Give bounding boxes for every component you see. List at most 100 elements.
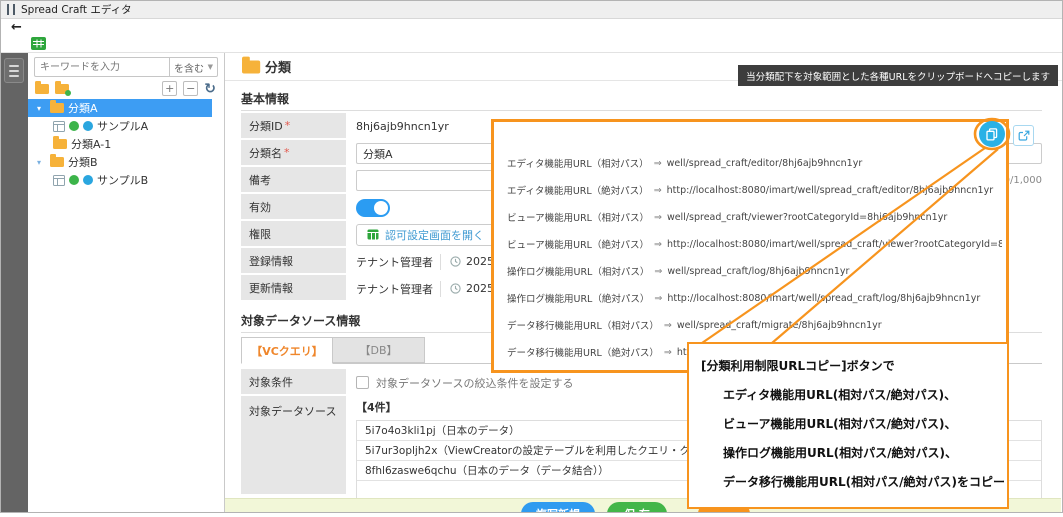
url-line: 操作ログ機能用URL（絶対パス）⇒http://localhost:8080/i… [507,291,1002,305]
url-list-panel: エディタ機能用URL（相対パス）⇒well/spread_craft/edito… [491,119,1009,373]
open-authorization-button[interactable]: 認可設定画面を開く [356,224,495,246]
url-line: ビューア機能用URL（絶対パス）⇒http://localhost:8080/i… [507,237,1002,251]
duplicate-new-button[interactable]: 複写新規 [521,502,595,513]
condition-checkbox[interactable] [356,376,369,389]
url-value: http://localhost:8080/imart/well/spread_… [667,293,980,304]
arrow-icon: ⇒ [654,293,662,304]
field-label-cell: 備考 [241,167,346,194]
refresh-icon[interactable]: ↻ [204,82,216,96]
app-window: Spread Craft エディタ ← を含む ▼ + − ↻ [0,0,1063,513]
expand-all-button[interactable]: + [162,81,177,96]
copy-icon [986,128,998,141]
checkbox-label: 対象データソースの絞込条件を設定する [376,375,573,391]
field-label-cell: 更新情報 [241,275,346,302]
search-input[interactable] [34,57,170,77]
hamburger-icon[interactable] [4,58,24,83]
field-label-cell: 登録情報 [241,248,346,275]
tree-toolbar: + − ↻ [35,80,216,97]
caret-down-icon: ▾ [37,158,46,167]
green-status-icon [69,121,79,131]
window-title: Spread Craft エディタ [21,2,132,17]
url-line: ビューア機能用URL（相対パス）⇒well/spread_craft/viewe… [507,210,1002,224]
sheet-icon [53,121,65,132]
field-label: 対象データソース [249,403,336,419]
arrow-icon: ⇒ [654,185,662,196]
url-line: データ移行機能用URL（相対パス）⇒well/spread_craft/migr… [507,318,1002,332]
copy-url-button[interactable] [979,121,1005,147]
tree-item-label: 分類A-1 [71,136,111,152]
collapse-all-button[interactable]: − [183,81,198,96]
tree-item-category-a[interactable]: ▾ 分類A [28,99,212,117]
tree-search-row: を含む ▼ [34,57,218,77]
tab-db[interactable]: 【DB】 [333,337,425,363]
section-title: 対象データソース情報 [241,312,360,329]
divider [440,254,441,270]
field-label: 分類ID [249,118,283,134]
callout-line: エディタ機能用URL(相対パス/絶対パス)、 [701,381,995,410]
field-label-cell: 対象条件 [241,369,346,396]
tab-vc-query[interactable]: 【VCクエリ】 [241,337,333,364]
field-label: 分類名 [249,145,282,161]
sheet-icon [53,175,65,186]
callout-line: ビューア機能用URL(相対パス/絶対パス)、 [701,410,995,439]
field-label: 権限 [249,226,271,242]
grid-icon [367,229,379,240]
back-button[interactable]: ← [11,21,22,34]
category-id-value: 8hj6ajb9hncn1yr [356,120,449,133]
url-label: エディタ機能用URL（絶対パス） [507,183,649,197]
field-label: 登録情報 [249,253,293,269]
category-tree-panel: を含む ▼ + − ↻ ▾ 分類A サンプルA [28,53,225,512]
field-label-cell: 分類ID * [241,113,346,140]
external-link-icon [1018,130,1030,142]
folder-icon [50,103,64,113]
char-counter: 0/1,000 [1004,175,1042,186]
divider [440,281,441,297]
arrow-icon: ⇒ [654,266,662,277]
menu-bar: ← [1,19,1062,35]
required-mark: * [284,146,290,159]
tree-item-label: サンプルB [97,172,148,188]
section-title: 基本情報 [241,90,289,107]
search-match-select[interactable]: を含む ▼ [170,57,218,77]
callout-line: 操作ログ機能用URL(相対パス/絶対パス)、 [701,439,995,468]
category-tree: ▾ 分類A サンプルA 分類A-1 ▾ 分類B [28,99,224,189]
field-label-cell: 対象データソース [241,396,346,496]
tree-item-category-b[interactable]: ▾ 分類B [28,153,212,171]
collapse-strip [1,53,28,512]
url-value: well/spread_craft/log/8hj6ajb9hncn1yr [667,266,849,277]
arrow-icon: ⇒ [664,320,672,331]
registered-user: テナント管理者 [356,254,440,270]
field-label-cell: 有効 [241,194,346,221]
tree-item-sample-a[interactable]: サンプルA [28,117,212,135]
url-value: well/spread_craft/migrate/8hj6ajb9hncn1y… [677,320,882,331]
url-label: ビューア機能用URL（絶対パス） [507,237,649,251]
field-label: 更新情報 [249,280,293,296]
callout-note: [分類利用制限URLコピー]ボタンで エディタ機能用URL(相対パス/絶対パス)… [687,342,1009,509]
url-label: データ移行機能用URL（絶対パス） [507,345,659,359]
copy-tooltip: 当分類配下を対象範囲とした各種URLをクリップボードへコピーします [738,65,1058,86]
folder-icon[interactable] [35,84,49,94]
url-value: well/spread_craft/viewer?rootCategoryId=… [667,212,947,223]
callout-line: データ移行機能用URL(相対パス/絶対パス)をコピー [701,468,995,497]
search-match-value: を含む [174,60,204,75]
folder-icon [242,60,260,73]
logo-toolbar [1,35,1062,53]
url-label: 操作ログ機能用URL（相対パス） [507,264,649,278]
folder-add-icon[interactable] [55,84,69,94]
spreadsheet-logo-icon [31,37,46,50]
field-label-cell: 分類名 * [241,140,346,167]
field-label: 対象条件 [249,374,293,390]
button-label: 認可設定画面を開く [385,227,484,243]
folder-icon [50,157,64,167]
save-button[interactable]: 保 存 [607,502,667,513]
tree-item-sample-b[interactable]: サンプルB [28,171,212,189]
tree-item-category-a1[interactable]: 分類A-1 [28,135,212,153]
arrow-icon: ⇒ [654,158,662,169]
url-line: 操作ログ機能用URL（相対パス） ⇒ well/spread_craft/log/8… [507,264,1002,278]
tree-item-label: サンプルA [97,118,148,134]
enabled-toggle[interactable] [356,199,390,217]
page-title: 分類 [265,57,291,76]
arrow-icon: ⇒ [654,239,662,250]
external-link-button[interactable] [1013,125,1034,146]
folder-icon [53,139,67,149]
